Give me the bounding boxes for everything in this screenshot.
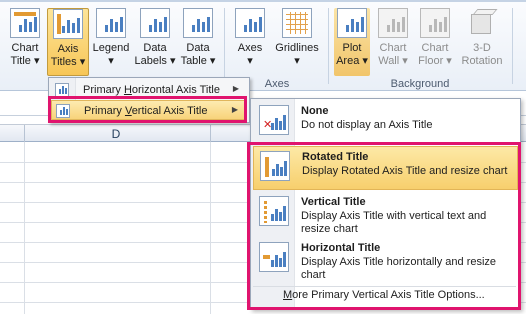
option-description: Display Axis Title with vertical text an… [301, 210, 487, 235]
axis-titles-label-2: Titles ▾ [50, 56, 86, 68]
gridlines-button[interactable]: Gridlines ▾ [272, 8, 322, 76]
option-title: Vertical Title [301, 196, 366, 208]
menu-separator [297, 142, 516, 143]
plot-area-button[interactable]: Plot Area ▾ [334, 8, 370, 76]
chart-wall-label-2: Wall ▾ [378, 55, 408, 67]
legend-label-1: Legend [92, 42, 130, 54]
chart-wall-icon [378, 8, 408, 38]
option-horizontal-title[interactable]: Horizontal Title Display Axis Title hori… [253, 238, 518, 282]
ribbon-top-border [0, 0, 526, 2]
chart-title-label-2: Title ▾ [10, 55, 40, 67]
horizontal-title-icon [259, 242, 289, 272]
data-table-label-2: Table ▾ [180, 55, 216, 67]
chart-floor-label-2: Floor ▾ [418, 55, 452, 67]
ribbon-group-separator [224, 8, 225, 84]
chart-floor-icon [420, 8, 450, 38]
primary-vertical-axis-title-submenu: ✕ None Do not display an Axis Title Rota… [250, 98, 521, 310]
vertical-title-icon [259, 196, 289, 226]
data-labels-label-1: Data [143, 42, 167, 54]
chart-title-label-1: Chart [11, 42, 39, 54]
data-table-button[interactable]: Data Table ▾ [178, 8, 218, 76]
axis-titles-label-1: Axis [57, 43, 79, 55]
menu-item-label: Primary Horizontal Axis Title [83, 84, 220, 96]
chart-wall-label-1: Chart [379, 42, 407, 54]
option-vertical-title[interactable]: Vertical Title Display Axis Title with v… [253, 192, 518, 236]
cube-icon [469, 8, 498, 36]
menu-item-label: Primary Vertical Axis Title [84, 105, 208, 117]
axis-titles-button[interactable]: Axis Titles ▾ [47, 8, 89, 76]
ribbon-group-separator [328, 8, 329, 84]
chart-wall-button[interactable]: Chart Wall ▾ [374, 8, 412, 76]
chart-floor-label-1: Chart [421, 42, 449, 54]
submenu-arrow-icon: ▶ [232, 84, 239, 93]
axes-button[interactable]: Axes ▾ [232, 8, 268, 76]
data-table-label-1: Data [186, 42, 210, 54]
menu-item-primary-horizontal-axis-title[interactable]: Primary Horizontal Axis Title ▶ [51, 80, 247, 100]
data-table-icon [183, 8, 213, 38]
3d-rotation-label-2: Rotation [461, 55, 503, 67]
option-title: Rotated Title [302, 151, 369, 163]
option-title: None [301, 105, 329, 117]
axis-titles-icon [53, 9, 83, 39]
column-border [210, 125, 211, 143]
column-header-d[interactable]: D [106, 127, 126, 141]
axes-label-1: Axes [237, 42, 263, 54]
data-labels-button[interactable]: Data Labels ▾ [134, 8, 176, 76]
axes-icon [235, 8, 265, 38]
3d-rotation-button[interactable]: 3-D Rotation [458, 8, 506, 76]
axes-label-2: ▾ [247, 55, 253, 67]
gridlines-label-2: ▾ [294, 55, 300, 67]
horizontal-axis-title-icon [55, 83, 69, 97]
grid-column-line [210, 142, 211, 314]
option-none[interactable]: ✕ None Do not display an Axis Title [253, 101, 518, 139]
data-labels-label-2: Labels ▾ [134, 55, 176, 67]
plot-area-label-1: Plot [342, 42, 362, 54]
background-group-label: Background [390, 78, 450, 90]
plot-area-icon [337, 8, 367, 38]
option-rotated-title[interactable]: Rotated Title Display Rotated Axis Title… [253, 146, 518, 190]
option-description: Display Rotated Axis Title and resize ch… [302, 165, 508, 177]
option-title: Horizontal Title [301, 242, 381, 254]
chart-title-button[interactable]: Chart Title ▾ [6, 8, 44, 76]
more-vertical-axis-title-options[interactable]: More Primary Vertical Axis Title Options… [283, 289, 485, 301]
legend-icon [96, 8, 126, 38]
legend-label-2: ▾ [108, 55, 114, 67]
no-axis-title-icon: ✕ [259, 105, 289, 135]
submenu-arrow-icon: ▶ [231, 105, 238, 114]
menu-separator [253, 286, 516, 287]
chart-floor-button[interactable]: Chart Floor ▾ [415, 8, 455, 76]
menu-item-primary-vertical-axis-title[interactable]: Primary Vertical Axis Title ▶ [51, 100, 247, 120]
axis-titles-menu: Primary Horizontal Axis Title ▶ Primary … [48, 77, 250, 123]
legend-button[interactable]: Legend ▾ [91, 8, 131, 76]
gridlines-icon [282, 8, 312, 38]
gridlines-label-1: Gridlines [275, 42, 319, 54]
3d-rotation-label-1: 3-D [473, 42, 491, 54]
grid-column-line [24, 142, 25, 314]
column-border [24, 125, 25, 143]
option-description: Display Axis Title horizontally and resi… [301, 256, 497, 281]
data-labels-icon [140, 8, 170, 38]
chart-title-icon [10, 8, 40, 38]
vertical-axis-title-icon [56, 104, 70, 118]
rotated-title-icon [260, 151, 290, 181]
option-description: Do not display an Axis Title [301, 119, 433, 131]
ribbon-group-separator [512, 8, 513, 84]
plot-area-label-2: Area ▾ [336, 55, 368, 67]
